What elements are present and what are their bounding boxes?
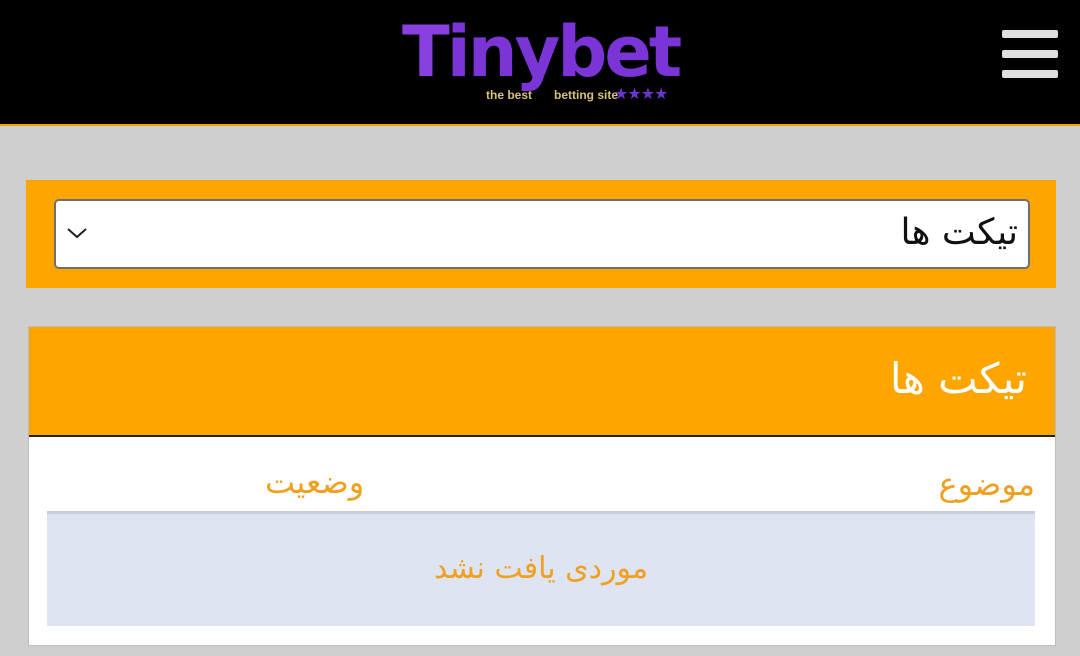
empty-state-message: موردی یافت نشد (433, 551, 649, 586)
menu-bar-middle (1002, 50, 1058, 58)
hamburger-menu-icon[interactable] (1002, 30, 1058, 78)
tickets-table-empty-row: موردی یافت نشد (47, 511, 1035, 626)
tickets-title: تیکت ها (889, 354, 1027, 403)
tickets-card: تیکت ها موضوع وضعیت موردی یافت نشد (28, 326, 1056, 646)
logo-tagline: the best betting site (486, 88, 619, 102)
menu-bar-top (1002, 30, 1058, 38)
column-header-subject: موضوع (938, 465, 1035, 503)
logo-stars-icon: ★★★★ (614, 84, 668, 103)
tickets-card-header: تیکت ها (29, 327, 1055, 437)
logo-wordmark: Tinybet (402, 11, 682, 93)
top-header: Tinybet the best betting site ★★★★ (0, 0, 1080, 126)
tinybet-logo[interactable]: Tinybet the best betting site ★★★★ (402, 12, 682, 112)
select-selected-value: تیکت ها (900, 212, 1018, 253)
chevron-down-icon (67, 228, 87, 239)
column-header-status: وضعیت (265, 463, 365, 501)
section-select-dropdown[interactable]: تیکت ها (54, 199, 1030, 269)
menu-bar-bottom (1002, 70, 1058, 78)
section-select-panel: تیکت ها (26, 180, 1056, 288)
